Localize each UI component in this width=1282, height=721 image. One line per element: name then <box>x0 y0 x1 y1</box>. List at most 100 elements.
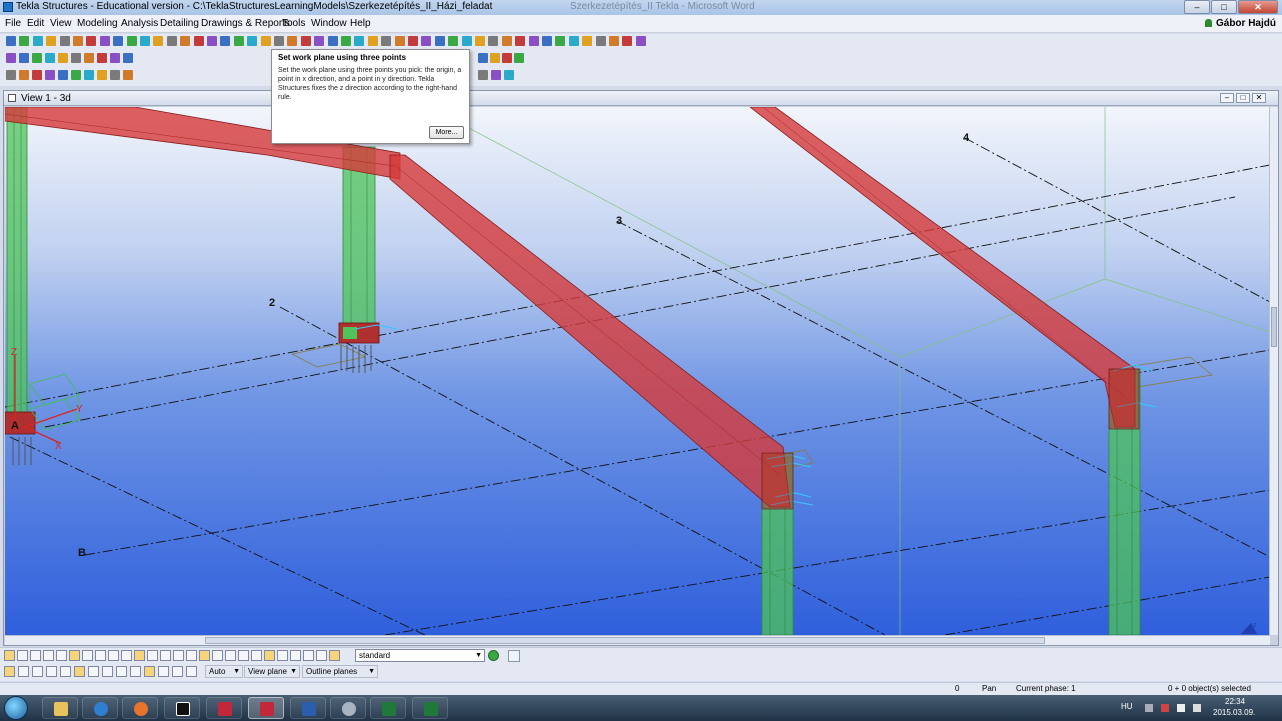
selection-switch-26[interactable] <box>329 650 340 661</box>
taskbar-archicad[interactable] <box>164 697 200 719</box>
menu-analysis[interactable]: Analysis <box>121 18 158 29</box>
standard-toolbar-button-38[interactable] <box>501 36 512 46</box>
selection-switch-23[interactable] <box>290 650 301 661</box>
standard-toolbar-button-33[interactable] <box>434 36 445 46</box>
steel-toolbar-button-10[interactable] <box>123 53 133 63</box>
plane-mode-combo[interactable]: View plane ▼ <box>244 665 300 678</box>
snap-switch-10[interactable] <box>130 666 141 677</box>
taskbar-excel-2[interactable] <box>412 697 448 719</box>
edit-toolbar-button-8[interactable] <box>97 70 107 80</box>
selection-switch-17[interactable] <box>212 650 223 661</box>
beam-rafter-3[interactable] <box>389 154 791 508</box>
volume-icon[interactable] <box>1193 704 1201 712</box>
tray-icon[interactable] <box>1145 704 1153 712</box>
standard-toolbar-button-18[interactable] <box>233 36 244 46</box>
standard-toolbar-button-6[interactable] <box>73 36 83 46</box>
standard-toolbar-button-9[interactable] <box>113 36 124 46</box>
steel-toolbar-button-3[interactable] <box>32 53 42 63</box>
snap-switch-4[interactable] <box>46 666 57 677</box>
snap-mode-combo[interactable]: Auto ▼ <box>205 665 243 678</box>
connection-a1[interactable] <box>5 411 36 435</box>
network-icon[interactable] <box>1177 704 1185 712</box>
menu-file[interactable]: File <box>5 18 21 29</box>
standard-toolbar-button-28[interactable] <box>367 36 378 46</box>
menu-help[interactable]: Help <box>350 18 371 29</box>
plane-display-combo[interactable]: Outline planes ▼ <box>302 665 378 678</box>
standard-toolbar-button-47[interactable] <box>622 36 633 46</box>
tooltip-more-button[interactable]: More... <box>429 126 464 139</box>
standard-toolbar-button-43[interactable] <box>568 36 579 46</box>
filter-settings-icon[interactable] <box>488 650 499 661</box>
maximize-button[interactable]: □ <box>1211 0 1237 14</box>
standard-toolbar-button-8[interactable] <box>99 36 110 46</box>
standard-toolbar-button-41[interactable] <box>542 36 552 46</box>
selection-switch-8[interactable] <box>95 650 106 661</box>
selection-switch-15[interactable] <box>186 650 197 661</box>
snap-switch-12[interactable] <box>158 666 169 677</box>
snap-switch-2[interactable] <box>18 666 29 677</box>
selection-switch-19[interactable] <box>238 650 249 661</box>
menu-modeling[interactable]: Modeling <box>77 18 118 29</box>
view-minimize-button[interactable]: – <box>1220 93 1234 103</box>
standard-toolbar-button-17[interactable] <box>220 36 231 46</box>
taskbar-media-player[interactable] <box>82 697 118 719</box>
view-horizontal-scrollbar[interactable] <box>5 635 1270 645</box>
selection-switch-3[interactable] <box>30 650 41 661</box>
snap-switch-1[interactable] <box>4 666 15 677</box>
taskbar-firefox[interactable] <box>122 697 158 719</box>
steel-toolbar-extra-button-1[interactable] <box>478 53 488 63</box>
column-a1[interactable] <box>6 107 28 428</box>
edit-toolbar-extra-button-3[interactable] <box>504 70 514 80</box>
taskbar-excel-1[interactable] <box>370 697 406 719</box>
standard-toolbar-button-13[interactable] <box>166 36 177 46</box>
steel-toolbar-extra-button-2[interactable] <box>490 53 500 63</box>
selection-switch-21[interactable] <box>264 650 275 661</box>
standard-toolbar-button-31[interactable] <box>408 36 418 46</box>
standard-toolbar-button-24[interactable] <box>314 36 325 46</box>
selection-switch-24[interactable] <box>303 650 314 661</box>
standard-toolbar-button-5[interactable] <box>59 36 70 46</box>
hscroll-thumb[interactable] <box>205 637 1045 644</box>
standard-toolbar-button-10[interactable] <box>126 36 137 46</box>
standard-toolbar-button-45[interactable] <box>595 36 606 46</box>
steel-toolbar-button-8[interactable] <box>97 53 107 63</box>
view-close-button[interactable]: ✕ <box>1252 93 1266 103</box>
edit-toolbar-button-7[interactable] <box>84 70 94 80</box>
edit-toolbar-button-4[interactable] <box>45 70 55 80</box>
taskbar-windows-explorer[interactable] <box>42 697 78 719</box>
beam-rafter-4[interactable] <box>749 107 1136 428</box>
selection-switch-14[interactable] <box>173 650 184 661</box>
language-indicator[interactable]: HU <box>1121 702 1133 711</box>
standard-toolbar-button-19[interactable] <box>247 36 258 46</box>
clock-time[interactable]: 22:34 <box>1225 697 1245 706</box>
selection-switch-4[interactable] <box>43 650 54 661</box>
standard-toolbar-button-34[interactable] <box>448 36 459 46</box>
menu-edit[interactable]: Edit <box>27 18 44 29</box>
snap-switch-11[interactable] <box>144 666 155 677</box>
standard-toolbar-button-30[interactable] <box>394 36 405 46</box>
standard-toolbar-button-42[interactable] <box>555 36 566 46</box>
taskbar-word[interactable] <box>290 697 326 719</box>
select-tool-icon[interactable] <box>508 650 520 662</box>
edit-toolbar-button-1[interactable] <box>6 70 16 80</box>
menu-tools[interactable]: Tools <box>282 18 305 29</box>
standard-toolbar-button-36[interactable] <box>475 36 485 46</box>
flag-icon[interactable] <box>1161 704 1169 712</box>
selection-switch-22[interactable] <box>277 650 288 661</box>
selection-switch-16[interactable] <box>199 650 210 661</box>
standard-toolbar-button-22[interactable] <box>287 36 298 46</box>
snap-switch-7[interactable] <box>88 666 99 677</box>
selection-switch-11[interactable] <box>134 650 145 661</box>
standard-toolbar-button-4[interactable] <box>46 36 57 46</box>
standard-toolbar-button-44[interactable] <box>582 36 593 46</box>
snap-switch-3[interactable] <box>32 666 43 677</box>
standard-toolbar-button-48[interactable] <box>635 36 646 46</box>
connection-col3[interactable] <box>761 452 794 510</box>
standard-toolbar-button-27[interactable] <box>354 36 365 46</box>
snap-switch-9[interactable] <box>116 666 127 677</box>
model-viewport-3d[interactable]: Z Y X 2 3 4 A B z <box>5 107 1270 635</box>
view-vertical-scrollbar[interactable] <box>1269 107 1278 635</box>
taskbar-tekla-19[interactable] <box>206 697 242 719</box>
standard-toolbar-button-46[interactable] <box>609 36 619 46</box>
standard-toolbar-button-12[interactable] <box>153 36 164 46</box>
